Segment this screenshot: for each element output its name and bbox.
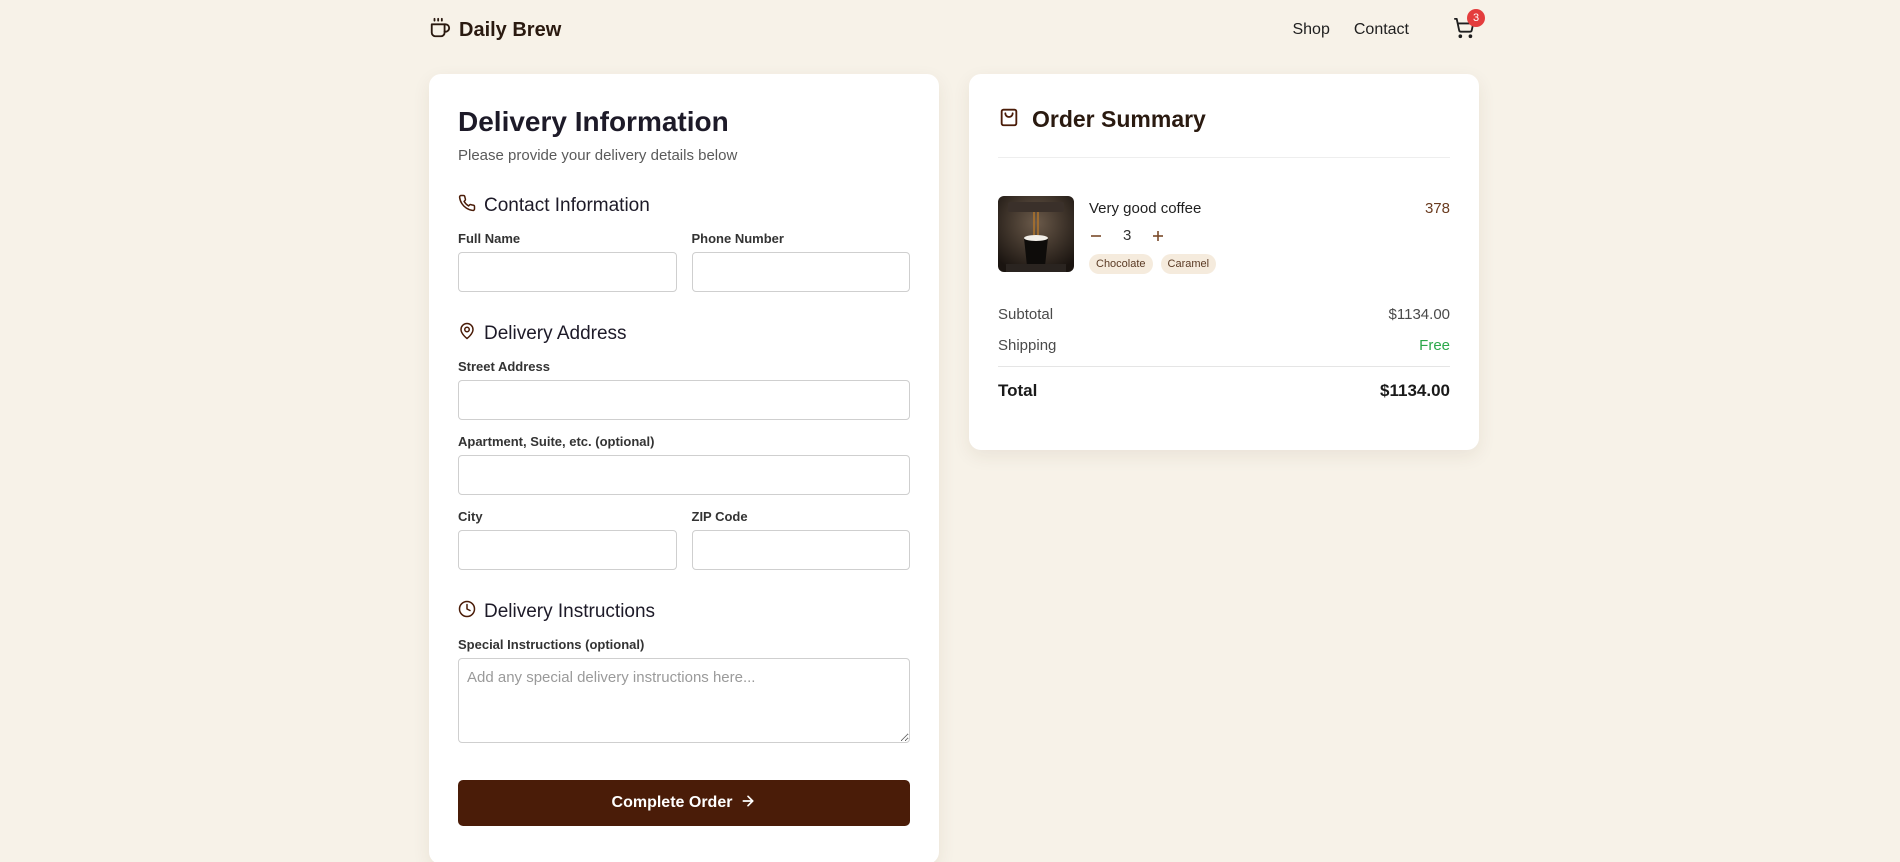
coffee-product-image bbox=[998, 196, 1074, 272]
apartment-input[interactable] bbox=[458, 455, 910, 495]
coffee-cup-icon bbox=[429, 17, 451, 44]
address-section-title: Delivery Address bbox=[484, 322, 627, 344]
zip-code-label: ZIP Code bbox=[691, 509, 748, 524]
order-summary-header: Order Summary bbox=[998, 106, 1450, 158]
delivery-form-card: Delivery Information Please provide your… bbox=[429, 74, 939, 862]
nav-link-contact[interactable]: Contact bbox=[1354, 21, 1409, 39]
instructions-section-heading: Delivery Instructions bbox=[458, 600, 910, 623]
page-title: Delivery Information bbox=[458, 106, 729, 137]
apartment-label: Apartment, Suite, etc. (optional) bbox=[458, 434, 655, 449]
order-summary-title: Order Summary bbox=[1032, 106, 1206, 132]
shipping-value: Free bbox=[1419, 337, 1450, 354]
contact-section-title: Contact Information bbox=[484, 194, 650, 216]
special-instructions-label: Special Instructions (optional) bbox=[458, 637, 645, 652]
brand-logo[interactable]: Daily Brew bbox=[429, 17, 561, 44]
cart-button[interactable]: 3 bbox=[1449, 9, 1485, 45]
decrease-quantity-button[interactable] bbox=[1089, 229, 1103, 243]
subtotal-value: $1134.00 bbox=[1388, 306, 1450, 323]
contact-section-heading: Contact Information bbox=[458, 194, 910, 217]
complete-order-label: Complete Order bbox=[611, 794, 733, 811]
flavor-tag: Caramel bbox=[1160, 254, 1217, 274]
cart-item-price: 378 bbox=[1424, 200, 1450, 217]
cart-count-badge: 3 bbox=[1467, 9, 1485, 27]
total-row: Total $1134.00 bbox=[998, 366, 1450, 401]
page-subtitle: Please provide your delivery details bel… bbox=[458, 147, 738, 164]
street-address-label: Street Address bbox=[458, 359, 550, 374]
instructions-section-title: Delivery Instructions bbox=[484, 600, 656, 622]
brand-name: Daily Brew bbox=[459, 18, 562, 41]
order-summary-card: Order Summary Very good coffee 378 3 Cho… bbox=[969, 74, 1479, 450]
total-label: Total bbox=[998, 381, 1038, 400]
top-navbar: Daily Brew Shop Contact 3 bbox=[429, 0, 1485, 60]
phone-number-label: Phone Number bbox=[691, 231, 784, 246]
subtotal-row: Subtotal $1134.00 bbox=[998, 306, 1450, 323]
shopping-bag-icon bbox=[998, 106, 1020, 133]
full-name-label: Full Name bbox=[458, 231, 521, 246]
shipping-row: Shipping Free bbox=[998, 337, 1450, 354]
cart-item: Very good coffee 378 3 Chocolate Caramel bbox=[998, 196, 1450, 274]
cart-item-details: Very good coffee 378 3 Chocolate Caramel bbox=[1089, 196, 1450, 274]
total-value: $1134.00 bbox=[1380, 381, 1450, 400]
clock-icon bbox=[458, 600, 476, 623]
subtotal-label: Subtotal bbox=[998, 306, 1054, 323]
city-input[interactable] bbox=[458, 530, 677, 570]
cart-item-tags: Chocolate Caramel bbox=[1089, 254, 1450, 274]
zip-code-input[interactable] bbox=[691, 530, 910, 570]
map-pin-icon bbox=[458, 322, 476, 345]
quantity-stepper: 3 bbox=[1089, 227, 1450, 244]
main-nav: Shop Contact 3 bbox=[1292, 9, 1485, 45]
phone-number-input[interactable] bbox=[691, 252, 910, 292]
nav-link-shop[interactable]: Shop bbox=[1292, 21, 1329, 39]
complete-order-button[interactable]: Complete Order bbox=[458, 780, 910, 826]
quantity-value: 3 bbox=[1123, 227, 1132, 244]
increase-quantity-button[interactable] bbox=[1151, 229, 1165, 243]
phone-icon bbox=[458, 194, 476, 217]
city-label: City bbox=[458, 509, 483, 524]
special-instructions-textarea[interactable] bbox=[458, 658, 910, 743]
shipping-label: Shipping bbox=[998, 337, 1057, 354]
cart-item-name: Very good coffee bbox=[1089, 200, 1202, 217]
order-totals: Subtotal $1134.00 Shipping Free Total $1… bbox=[998, 306, 1450, 401]
flavor-tag: Chocolate bbox=[1089, 254, 1153, 274]
full-name-input[interactable] bbox=[458, 252, 677, 292]
address-section-heading: Delivery Address bbox=[458, 322, 910, 345]
street-address-input[interactable] bbox=[458, 380, 910, 420]
arrow-right-icon bbox=[740, 793, 756, 814]
